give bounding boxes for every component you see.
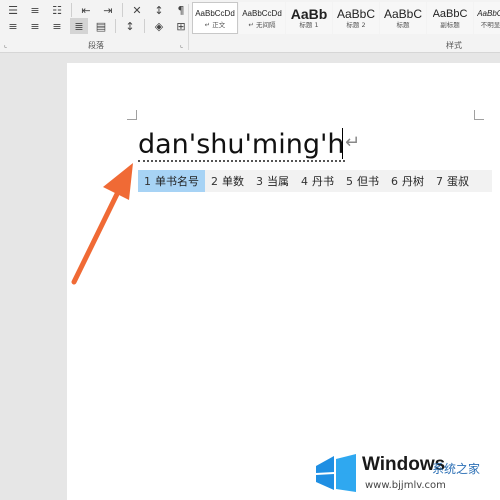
windows-logo-icon xyxy=(316,454,356,492)
watermark: Windows 系统之家 www.bjjmlv.com xyxy=(310,450,500,498)
watermark-site-name: 系统之家 xyxy=(432,462,481,476)
pointer-arrow xyxy=(71,163,133,285)
watermark-url: www.bjjmlv.com xyxy=(365,480,446,491)
